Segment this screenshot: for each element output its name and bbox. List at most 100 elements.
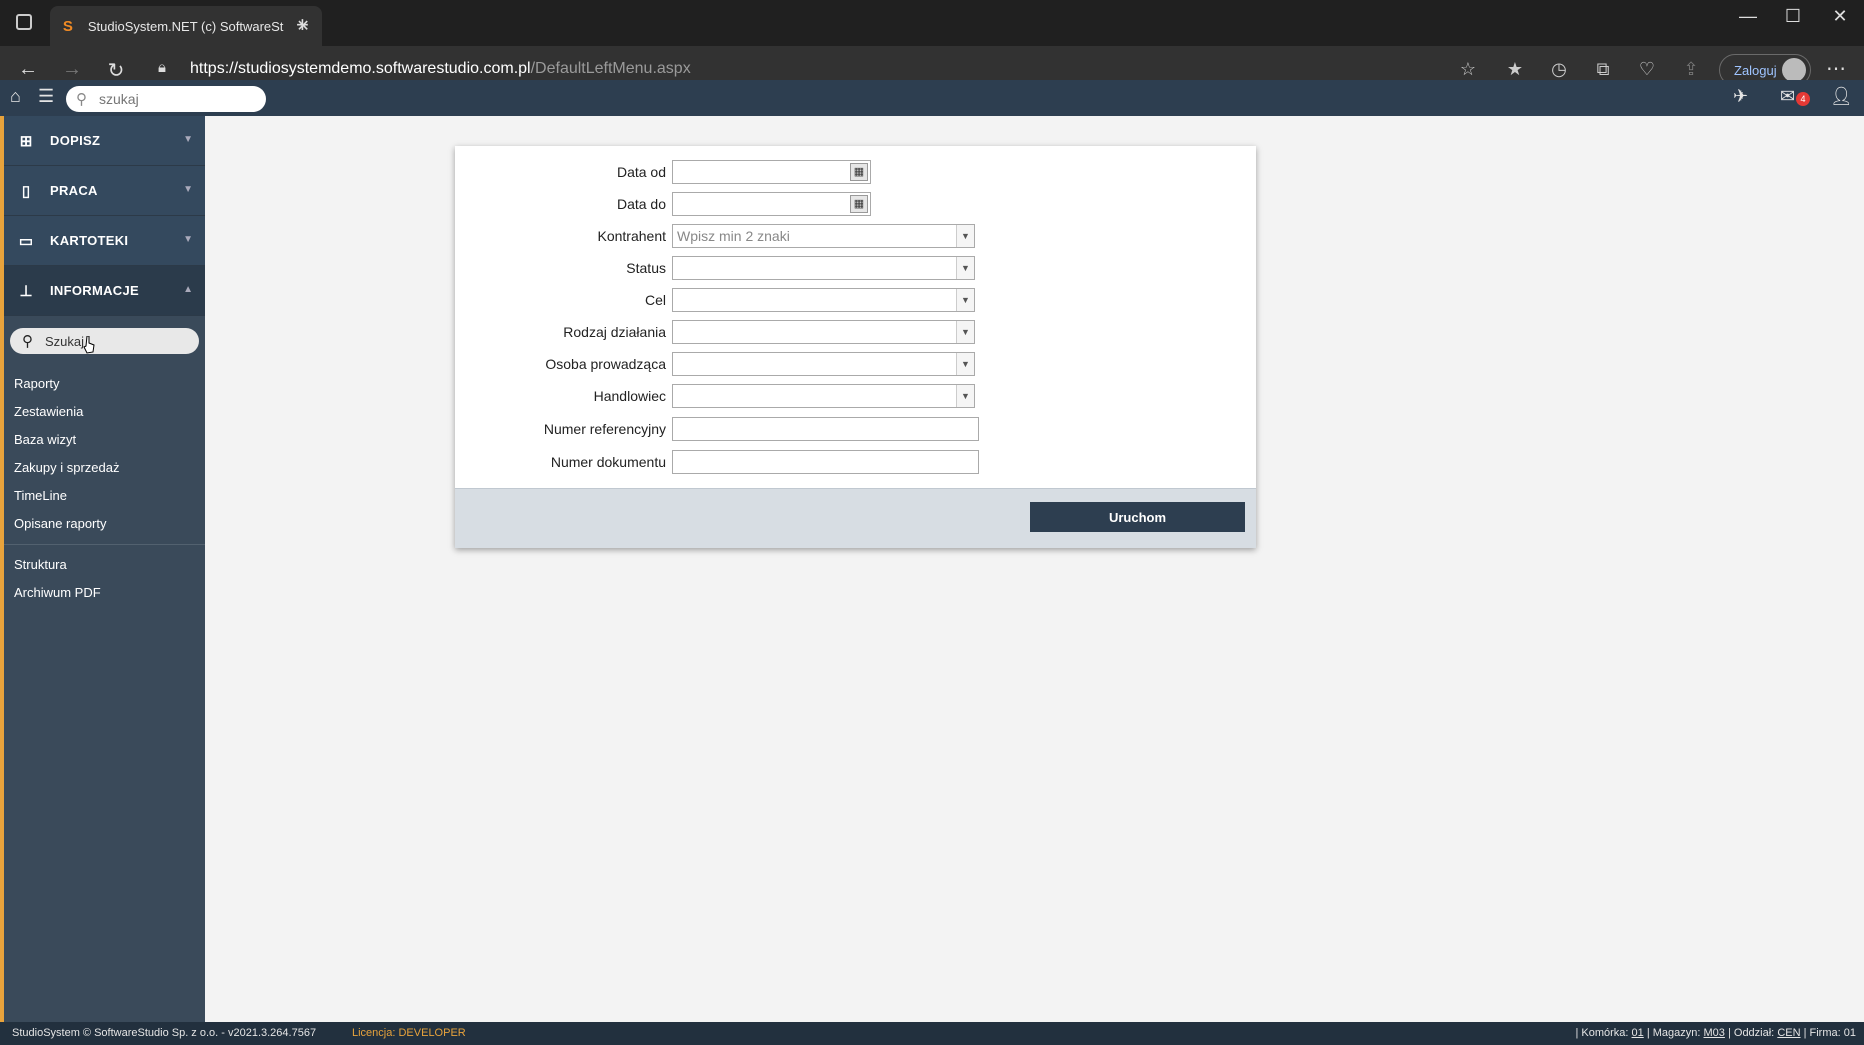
sidebar-item-praca[interactable]: ▯ PRACA ▼	[4, 166, 205, 216]
chevron-down-icon: ▼	[183, 134, 193, 145]
sidebar-link-raporty[interactable]: Raporty	[4, 370, 205, 398]
chevron-down-icon[interactable]: ▼	[956, 289, 974, 311]
tab-actions-icon[interactable]	[16, 14, 32, 30]
company-label: | Firma:	[1803, 1027, 1841, 1039]
action-type-combobox[interactable]: ▼	[672, 320, 975, 344]
back-icon[interactable]: ←	[14, 58, 42, 81]
share-icon[interactable]: ⇪	[1679, 59, 1703, 80]
sidebar-item-label: DOPISZ	[50, 133, 101, 148]
add-favorite-icon[interactable]: ☆	[1456, 59, 1480, 80]
user-icon[interactable]: 👤︎	[1830, 86, 1853, 107]
row-ref-number: Numer referencyjny	[455, 417, 1256, 441]
chevron-down-icon: ▼	[183, 234, 193, 245]
context-info: | Komórka: 01 | Magazyn: M03 | Oddział: …	[1575, 1027, 1856, 1039]
maximize-icon[interactable]: ☐	[1778, 6, 1808, 27]
search-icon: ⚲	[76, 91, 87, 108]
row-doc-number: Numer dokumentu	[455, 450, 1256, 474]
goal-label: Cel	[644, 292, 666, 308]
menu-toggle-icon[interactable]: ☰	[38, 86, 54, 107]
app-search[interactable]: ⚲	[66, 86, 266, 112]
home-icon[interactable]: ⌂	[10, 86, 21, 107]
doc-number-input[interactable]	[672, 450, 979, 474]
contractor-combobox[interactable]: Wpisz min 2 znaki ▼	[672, 224, 975, 248]
browser-tabbar: S StudioSystem.NET (c) SoftwareSt ✕ + — …	[0, 0, 1864, 46]
sidebar-link-archiwum-pdf[interactable]: Archiwum PDF	[4, 579, 205, 607]
sidebar-item-dopisz[interactable]: ⊞ DOPISZ ▼	[4, 116, 205, 166]
favorites-icon[interactable]: ★	[1503, 59, 1527, 80]
doc-number-label: Numer dokumentu	[550, 454, 666, 470]
sidebar-search-input[interactable]	[45, 333, 165, 349]
chevron-down-icon[interactable]: ▼	[956, 225, 974, 247]
status-combobox[interactable]: ▼	[672, 256, 975, 280]
copyright-text: StudioSystem © SoftwareStudio Sp. z o.o.…	[12, 1027, 317, 1039]
tab-title: StudioSystem.NET (c) SoftwareSt	[87, 18, 284, 34]
row-lead-person: Osoba prowadząca ▼	[455, 352, 1256, 376]
chevron-down-icon: ▼	[183, 184, 193, 195]
more-options-icon[interactable]: ⋯	[1826, 56, 1846, 81]
contractor-label: Kontrahent	[597, 228, 667, 244]
app-search-input[interactable]	[99, 91, 249, 107]
branch-label: | Oddział:	[1727, 1027, 1775, 1039]
run-button[interactable]: Uruchom	[1030, 502, 1245, 532]
collections-icon[interactable]: ⧉	[1591, 59, 1615, 80]
sidebar-link-baza-wizyt[interactable]: Baza wizyt	[4, 426, 205, 454]
forward-icon[interactable]: →	[58, 58, 86, 81]
sidebar-item-label: PRACA	[50, 183, 98, 198]
mail-icon[interactable]: ✉	[1780, 86, 1795, 107]
sidebar-link-zakupy-sprzedaz[interactable]: Zakupy i sprzedaż	[4, 454, 205, 482]
sidebar-links: Raporty Zestawienia Baza wizyt Zakupy i …	[4, 362, 205, 607]
sidebar-link-opisane-raporty[interactable]: Opisane raporty	[4, 510, 205, 538]
branch-value[interactable]: CEN	[1777, 1027, 1800, 1039]
sidebar-link-timeline[interactable]: TimeLine	[4, 482, 205, 510]
action-type-label: Rodzaj działania	[563, 324, 666, 340]
sidebar-item-label: KARTOTEKI	[50, 233, 129, 248]
row-action-type: Rodzaj działania ▼	[455, 320, 1256, 344]
app-topbar: ⌂ ☰ ⚲ ✈ ✉ 4 👤︎	[0, 80, 1864, 116]
login-label: Zaloguj	[1734, 62, 1777, 78]
plane-icon[interactable]: ✈	[1733, 86, 1748, 107]
browser-tab-active[interactable]: S StudioSystem.NET (c) SoftwareSt ✕	[50, 6, 322, 46]
history-icon[interactable]: ◷	[1547, 59, 1571, 80]
salesman-label: Handlowiec	[593, 388, 666, 404]
url-field[interactable]: https://studiosystemdemo.softwarestudio.…	[190, 60, 691, 78]
warehouse-value[interactable]: M03	[1704, 1027, 1725, 1039]
lead-person-combobox[interactable]: ▼	[672, 352, 975, 376]
calendar-icon[interactable]: ▦	[850, 163, 868, 181]
sidebar-search[interactable]: ⚲	[10, 328, 199, 354]
row-date-to: Data do ▦	[455, 192, 1256, 216]
minimize-icon[interactable]: —	[1733, 6, 1763, 27]
window-close-icon[interactable]: ✕	[1825, 6, 1855, 27]
license-info: Licencja: DEVELOPER	[352, 1027, 466, 1039]
chevron-down-icon[interactable]: ▼	[956, 353, 974, 375]
chevron-down-icon[interactable]: ▼	[956, 321, 974, 343]
chevron-down-icon[interactable]: ▼	[956, 257, 974, 279]
sidebar-item-label: INFORMACJE	[50, 283, 139, 298]
cell-value[interactable]: 01	[1632, 1027, 1644, 1039]
date-to-input[interactable]: ▦	[672, 192, 871, 216]
app-statusbar: StudioSystem © SoftwareStudio Sp. z o.o.…	[0, 1022, 1864, 1045]
lock-icon[interactable]: 🔒︎	[158, 59, 166, 76]
date-from-input[interactable]: ▦	[672, 160, 871, 184]
search-icon: ⚲	[22, 333, 33, 350]
new-tab-icon[interactable]: +	[296, 12, 316, 38]
sidebar-item-informacje[interactable]: ⊥ INFORMACJE ▲	[4, 266, 205, 316]
status-label: Status	[626, 260, 666, 276]
sidebar-item-kartoteki[interactable]: ▭ KARTOTEKI ▼	[4, 216, 205, 266]
browser-essentials-icon[interactable]: ♡	[1635, 59, 1659, 80]
chevron-down-icon[interactable]: ▼	[956, 385, 974, 407]
row-date-from: Data od ▦	[455, 160, 1256, 184]
studiosystem-favicon-icon: S	[62, 17, 73, 35]
sidebar-link-zestawienia[interactable]: Zestawienia	[4, 398, 205, 426]
license-label: Licencja:	[352, 1027, 396, 1039]
document-icon: ▯	[21, 182, 31, 200]
sidebar-link-struktura[interactable]: Struktura	[4, 551, 205, 579]
goal-combobox[interactable]: ▼	[672, 288, 975, 312]
cell-label: | Komórka:	[1575, 1027, 1629, 1039]
calendar-icon[interactable]: ▦	[850, 195, 868, 213]
row-contractor: Kontrahent Wpisz min 2 znaki ▼	[455, 224, 1256, 248]
contractor-placeholder: Wpisz min 2 znaki	[677, 228, 790, 244]
salesman-combobox[interactable]: ▼	[672, 384, 975, 408]
lead-person-label: Osoba prowadząca	[545, 356, 666, 372]
ref-number-input[interactable]	[672, 417, 979, 441]
mail-count-badge: 4	[1796, 92, 1810, 106]
